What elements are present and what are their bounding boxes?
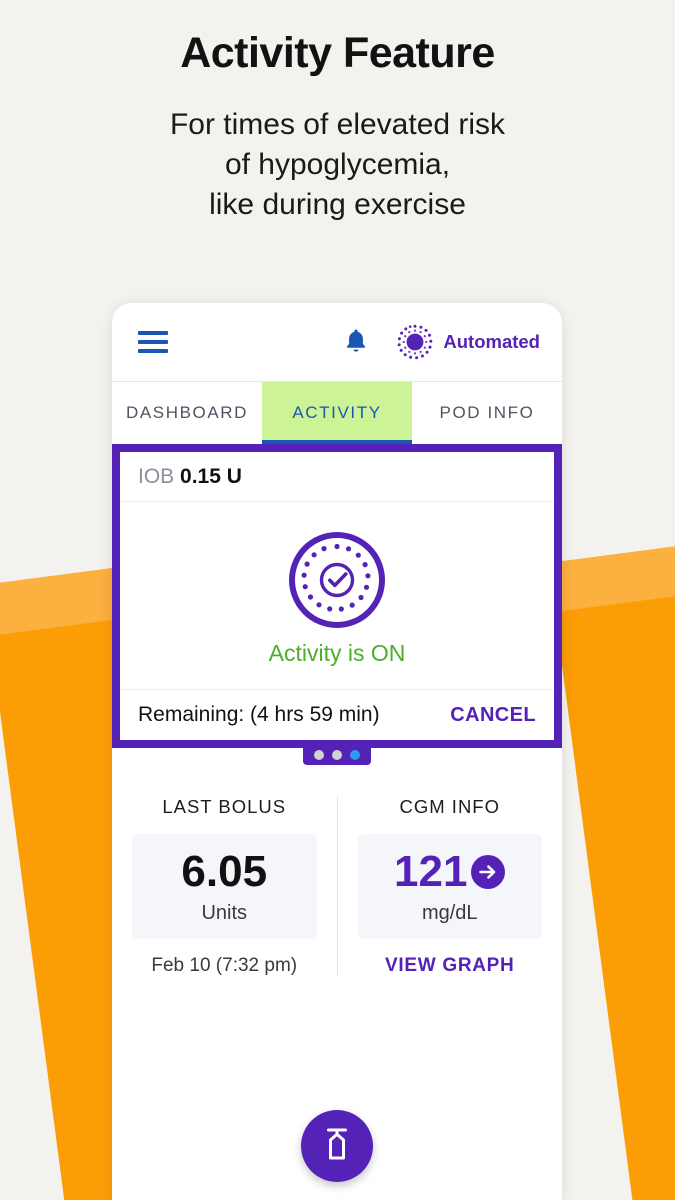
insulin-pod-icon [320,1125,354,1168]
tab-dashboard[interactable]: DASHBOARD [112,382,262,444]
tab-activity[interactable]: ACTIVITY [262,382,412,444]
promo-header: Activity Feature For times of elevated r… [0,0,675,225]
insulin-pod-fab-button[interactable] [301,1110,373,1182]
cgm-unit: mg/dL [421,902,478,924]
subtitle-line-2: of hypoglycemia, [224,148,451,182]
last-bolus-title: LAST BOLUS [162,796,287,817]
activity-status-body: Activity is ON [120,502,554,689]
arrow-right-steady-icon [471,855,506,889]
carousel-dots-wrap [112,745,562,768]
activity-card: IOB 0.15 U Activity is ON Remaining: (4 … [120,452,554,740]
subtitle-line-1: For times of elevated risk [169,108,506,142]
app-bar: Automated [112,303,562,381]
subtitle-line-3: like during exercise [209,188,466,222]
notification-bell-icon[interactable] [342,327,370,357]
carousel-dots[interactable] [303,745,371,765]
tab-bar: DASHBOARD ACTIVITY POD INFO [112,381,562,444]
activity-highlight-frame: IOB 0.15 U Activity is ON Remaining: (4 … [112,444,562,748]
cancel-button[interactable]: CANCEL [450,704,536,727]
automated-mode-indicator[interactable]: Automated [396,323,540,361]
automated-mode-icon [396,323,434,361]
page-subtitle: For times of elevated risk of hypoglycem… [0,105,675,225]
iob-row: IOB 0.15 U [120,452,554,502]
last-bolus-section: LAST BOLUS 6.05 Units Feb 10 (7:32 pm) [112,796,338,977]
cgm-info-box[interactable]: 121 mg/dL [357,834,543,939]
automated-mode-label: Automated [443,331,540,352]
phone-mockup: Automated DASHBOARD ACTIVITY POD INFO IO… [112,303,562,1200]
carousel-dot-1[interactable] [314,750,324,760]
activity-remaining-text: Remaining: (4 hrs 59 min) [138,703,380,726]
hamburger-menu-icon[interactable] [138,331,168,353]
last-bolus-timestamp: Feb 10 (7:32 pm) [151,955,298,976]
iob-label: IOB [138,465,175,488]
carousel-dot-3[interactable] [350,750,360,760]
cgm-info-title: CGM INFO [399,796,500,817]
last-bolus-value: 6.05 [181,847,268,896]
last-bolus-unit: Units [201,902,248,924]
iob-value: 0.15 U [180,465,242,488]
cgm-info-section: CGM INFO 121 mg/dL VIEW GRAPH [338,796,563,977]
orange-shape-right-dark [555,567,675,1200]
info-grid: LAST BOLUS 6.05 Units Feb 10 (7:32 pm) C… [112,768,562,977]
page-title: Activity Feature [180,29,495,77]
view-graph-link[interactable]: VIEW GRAPH [358,955,543,977]
activity-remaining-row: Remaining: (4 hrs 59 min) CANCEL [120,689,554,740]
carousel-dot-2[interactable] [332,750,342,760]
cgm-value-row: 121 [358,850,543,894]
activity-status-text: Activity is ON [268,640,406,666]
last-bolus-box[interactable]: 6.05 Units [132,834,317,939]
activity-check-ring-icon [285,528,389,632]
tab-pod-info[interactable]: POD INFO [412,382,562,444]
cgm-value: 121 [394,847,468,896]
